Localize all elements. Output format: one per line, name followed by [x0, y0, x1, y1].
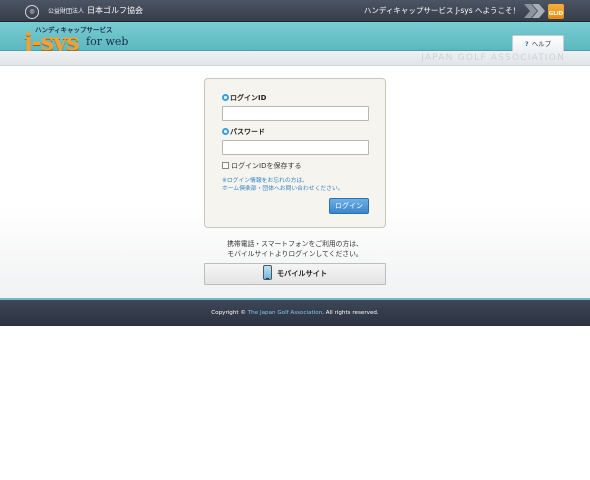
password-input[interactable] [222, 140, 369, 155]
jga-logo[interactable]: ◎ [25, 3, 43, 19]
org-prefix: 公益財団法人 [48, 8, 85, 15]
forgot-login-notice: ※ログイン情報をお忘れの方は、 ホーム倶楽部・団体へお問い合わせください。 [222, 178, 344, 192]
bullet-icon [222, 128, 229, 135]
brand-subtitle: for web [86, 35, 129, 48]
top-bar: ◎ 公益財団法人 日本ゴルフ協会 ハンディキャップサービス J-sys へようこそ… [0, 0, 590, 22]
password-label: パスワード [222, 127, 265, 137]
welcome-message: ハンディキャップサービス J-sys へようこそ！ [363, 6, 520, 15]
mobile-site-button[interactable]: モバイルサイト [204, 263, 386, 285]
association-name: JAPAN GOLF ASSOCIATION [421, 53, 565, 63]
org-name: 公益財団法人 日本ゴルフ協会 [48, 4, 143, 18]
login-id-input[interactable] [222, 106, 369, 121]
help-label: ヘルプ [531, 40, 552, 48]
footer: Copyright © The Japan Golf Association. … [0, 298, 590, 326]
chevron-right-icon [524, 4, 545, 18]
remember-id-option[interactable]: ログインIDを保存する [222, 161, 301, 171]
login-button[interactable]: ログイン [329, 198, 369, 214]
login-id-label: ログインID [222, 93, 266, 103]
bullet-icon [222, 94, 229, 101]
glid-badge[interactable]: GLiD [548, 4, 564, 19]
question-icon: ? [524, 40, 529, 48]
remember-id-label: ログインIDを保存する [231, 162, 302, 170]
copyright: Copyright © The Japan Golf Association. … [211, 310, 379, 316]
mobile-site-label: モバイルサイト [276, 269, 328, 278]
mobile-notice: 携帯電話・スマートフォンをご利用の方は、 モバイルサイトよりログインしてください… [227, 240, 363, 258]
org-title: 日本ゴルフ協会 [87, 6, 144, 15]
smartphone-icon [262, 265, 272, 280]
remember-id-checkbox[interactable] [222, 162, 229, 169]
copyright-org-link[interactable]: The Japan Golf Association [248, 310, 322, 316]
login-panel: ログインID パスワード ログインIDを保存する ※ログイン情報をお忘れの方は、… [204, 78, 386, 228]
help-tab[interactable]: ? ヘルプ [512, 35, 564, 51]
jga-emblem-icon: ◎ [25, 5, 39, 19]
